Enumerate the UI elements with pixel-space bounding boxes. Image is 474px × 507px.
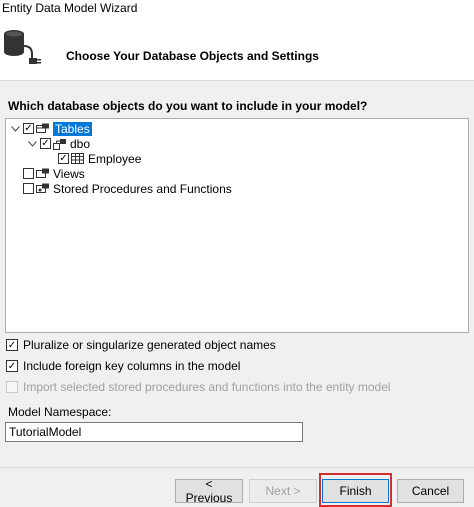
views-checkbox[interactable] (23, 168, 34, 179)
tables-folder-icon (36, 123, 49, 133)
tree-label-dbo: dbo (70, 136, 91, 151)
wizard-header: Choose Your Database Objects and Setting… (0, 18, 474, 81)
collapse-arrow-icon[interactable] (26, 138, 38, 150)
foreign-keys-label: Include foreign key columns in the model (23, 359, 241, 373)
model-namespace-label: Model Namespace: (8, 405, 112, 419)
previous-button[interactable]: < Previous (175, 477, 243, 505)
views-icon (36, 168, 49, 178)
tree-item-employee[interactable]: ✓ Employee (58, 151, 141, 166)
database-objects-tree[interactable]: ✓ Tables ✓ dbo ✓ Employee Views Stored P… (5, 118, 469, 333)
divider (0, 467, 474, 468)
import-procedures-label: Import selected stored procedures and fu… (23, 380, 391, 394)
objects-question: Which database objects do you want to in… (8, 99, 368, 113)
import-procedures-option: Import selected stored procedures and fu… (6, 380, 391, 394)
stored-procedures-checkbox[interactable] (23, 183, 34, 194)
tree-label-stored-procedures: Stored Procedures and Functions (53, 181, 232, 196)
pluralize-label: Pluralize or singularize generated objec… (23, 338, 276, 352)
pluralize-option[interactable]: ✓ Pluralize or singularize generated obj… (6, 338, 276, 352)
database-connection-icon (4, 30, 41, 64)
tree-item-tables[interactable]: ✓ Tables (9, 121, 92, 136)
schema-icon (53, 138, 66, 150)
employee-checkbox[interactable]: ✓ (58, 153, 69, 164)
title-bar: Entity Data Model Wizard (0, 0, 474, 18)
pluralize-checkbox[interactable]: ✓ (6, 339, 18, 351)
stored-procedures-icon (36, 183, 49, 193)
tables-checkbox[interactable]: ✓ (23, 123, 34, 134)
foreign-keys-option[interactable]: ✓ Include foreign key columns in the mod… (6, 359, 240, 373)
foreign-keys-checkbox[interactable]: ✓ (6, 360, 18, 372)
table-icon (71, 152, 84, 164)
dbo-checkbox[interactable]: ✓ (40, 138, 51, 149)
window-title: Entity Data Model Wizard (2, 1, 138, 15)
tree-label-tables: Tables (53, 121, 92, 136)
cancel-button[interactable]: Cancel (397, 479, 464, 503)
tree-item-stored-procedures[interactable]: Stored Procedures and Functions (23, 181, 232, 196)
wizard-body: Which database objects do you want to in… (0, 81, 474, 507)
tree-item-views[interactable]: Views (23, 166, 85, 181)
model-namespace-input[interactable] (5, 422, 303, 442)
next-button: Next > (249, 479, 317, 503)
finish-button[interactable]: Finish (322, 479, 389, 503)
import-procedures-checkbox (6, 381, 18, 393)
tree-label-views: Views (53, 166, 85, 181)
collapse-arrow-icon[interactable] (9, 123, 21, 135)
page-heading: Choose Your Database Objects and Setting… (66, 49, 319, 63)
tree-item-dbo[interactable]: ✓ dbo (26, 136, 90, 151)
tree-label-employee: Employee (88, 151, 142, 166)
